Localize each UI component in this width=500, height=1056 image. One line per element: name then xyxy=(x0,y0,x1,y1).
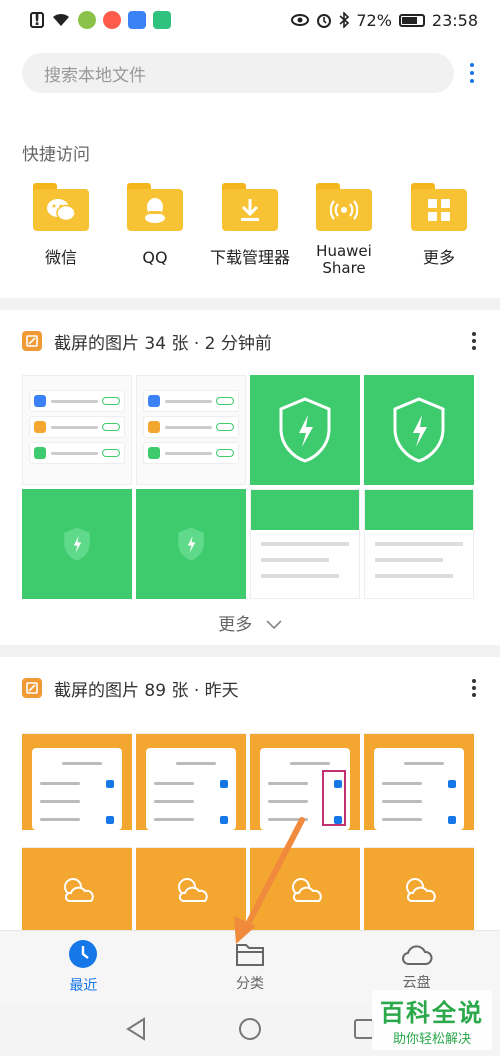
home-icon[interactable] xyxy=(238,1017,262,1041)
quick-item-label: Huawei Share xyxy=(316,242,372,278)
bluetooth-icon xyxy=(339,12,350,28)
qq-icon xyxy=(145,198,165,223)
quick-item-download[interactable]: 下载管理器 xyxy=(202,183,298,267)
shield-icon xyxy=(279,397,331,463)
wechat-icon xyxy=(47,199,76,222)
tab-label: 最近 xyxy=(69,977,98,994)
album-title: 截屏的图片 34 张 · 2 分钟前 xyxy=(54,333,272,354)
thumbnail-grid xyxy=(22,375,478,599)
show-more-button[interactable]: 更多 xyxy=(0,610,500,635)
thumbnail[interactable] xyxy=(250,720,360,830)
sun-cloud-icon xyxy=(406,878,436,902)
tab-label: 云盘 xyxy=(402,974,431,991)
grid-icon xyxy=(428,199,450,221)
quick-item-label: 下载管理器 xyxy=(209,248,290,267)
quick-item-label: QQ xyxy=(142,248,168,267)
watermark-logo: 百科全说 助你轻松解决 xyxy=(372,990,492,1050)
thumbnail[interactable] xyxy=(136,834,246,944)
quick-item-qq[interactable]: QQ xyxy=(107,183,203,267)
quick-item-label: 更多 xyxy=(422,248,455,267)
share-icon xyxy=(330,200,358,220)
search-input[interactable]: 搜索本地文件 xyxy=(22,53,455,93)
album-menu-icon[interactable] xyxy=(466,679,482,697)
quick-item-wechat[interactable]: 微信 xyxy=(13,183,109,267)
cloud-icon xyxy=(401,944,433,965)
sun-cloud-icon xyxy=(64,878,94,902)
status-left: ! xyxy=(30,11,171,29)
quick-item-more[interactable]: 更多 xyxy=(391,183,487,267)
sun-cloud-icon xyxy=(292,878,322,902)
thumbnail-grid xyxy=(22,720,478,944)
thumbnail[interactable] xyxy=(22,720,132,830)
album-header[interactable]: 截屏的图片 89 张 · 昨天 xyxy=(22,674,482,702)
album-title: 截屏的图片 89 张 · 昨天 xyxy=(54,680,239,701)
app-icon-1 xyxy=(78,11,96,29)
search-placeholder: 搜索本地文件 xyxy=(44,65,146,86)
thumbnail[interactable] xyxy=(22,489,132,599)
app-icon-2 xyxy=(103,11,121,29)
tab-category[interactable]: 分类 xyxy=(167,931,334,1002)
search-row: 搜索本地文件 xyxy=(22,52,482,94)
thumbnail[interactable] xyxy=(364,489,474,599)
tab-label: 分类 xyxy=(236,975,264,992)
thumbnail[interactable] xyxy=(22,834,132,944)
clock-icon xyxy=(69,939,98,968)
app-icon-4 xyxy=(153,11,171,29)
show-more-label: 更多 xyxy=(218,615,253,635)
thumbnail[interactable] xyxy=(364,375,474,485)
thumbnail[interactable] xyxy=(364,834,474,944)
section-divider xyxy=(0,298,500,310)
app-icon-3 xyxy=(128,11,146,29)
eye-icon xyxy=(291,14,310,26)
alert-icon: ! xyxy=(30,11,44,29)
shield-icon xyxy=(178,527,204,561)
watermark-title: 百科全说 xyxy=(380,999,484,1027)
album-menu-icon[interactable] xyxy=(466,332,482,350)
section-divider xyxy=(0,645,500,657)
download-icon xyxy=(241,199,259,221)
thumbnail[interactable] xyxy=(136,375,246,485)
album-header[interactable]: 截屏的图片 34 张 · 2 分钟前 xyxy=(22,327,482,355)
folder-icon xyxy=(236,943,264,966)
screenshot-album-icon xyxy=(22,678,42,698)
alarm-icon xyxy=(317,14,332,28)
screenshot-album-icon xyxy=(22,331,42,351)
thumbnail[interactable] xyxy=(250,375,360,485)
quick-access-row: 微信 QQ 下载管理器 Huawei Share 更多 xyxy=(0,183,500,293)
quick-item-label: 微信 xyxy=(44,248,77,267)
battery-pct: 72% xyxy=(356,10,392,30)
clock: 23:58 xyxy=(431,10,478,30)
thumbnail[interactable] xyxy=(250,489,360,599)
chevron-down-icon xyxy=(266,620,282,630)
wifi-icon xyxy=(53,13,69,26)
sun-cloud-icon xyxy=(178,878,208,902)
quick-item-huawei-share[interactable]: Huawei Share xyxy=(296,183,392,278)
quick-access-title: 快捷访问 xyxy=(22,145,90,165)
back-icon[interactable] xyxy=(125,1017,147,1041)
thumbnail[interactable] xyxy=(364,720,474,830)
overflow-menu-icon[interactable] xyxy=(462,53,482,93)
thumbnail[interactable] xyxy=(136,720,246,830)
thumbnail[interactable] xyxy=(136,489,246,599)
tab-recent[interactable]: 最近 xyxy=(0,931,167,1002)
thumbnail[interactable] xyxy=(250,834,360,944)
battery-icon xyxy=(398,13,425,27)
status-bar: ! 72% 23:58 xyxy=(0,0,500,40)
watermark-subtitle: 助你轻松解决 xyxy=(392,1032,471,1047)
shield-icon xyxy=(393,397,445,463)
shield-icon xyxy=(64,527,90,561)
thumbnail[interactable] xyxy=(22,375,132,485)
status-right: 72% 23:58 xyxy=(291,11,478,30)
